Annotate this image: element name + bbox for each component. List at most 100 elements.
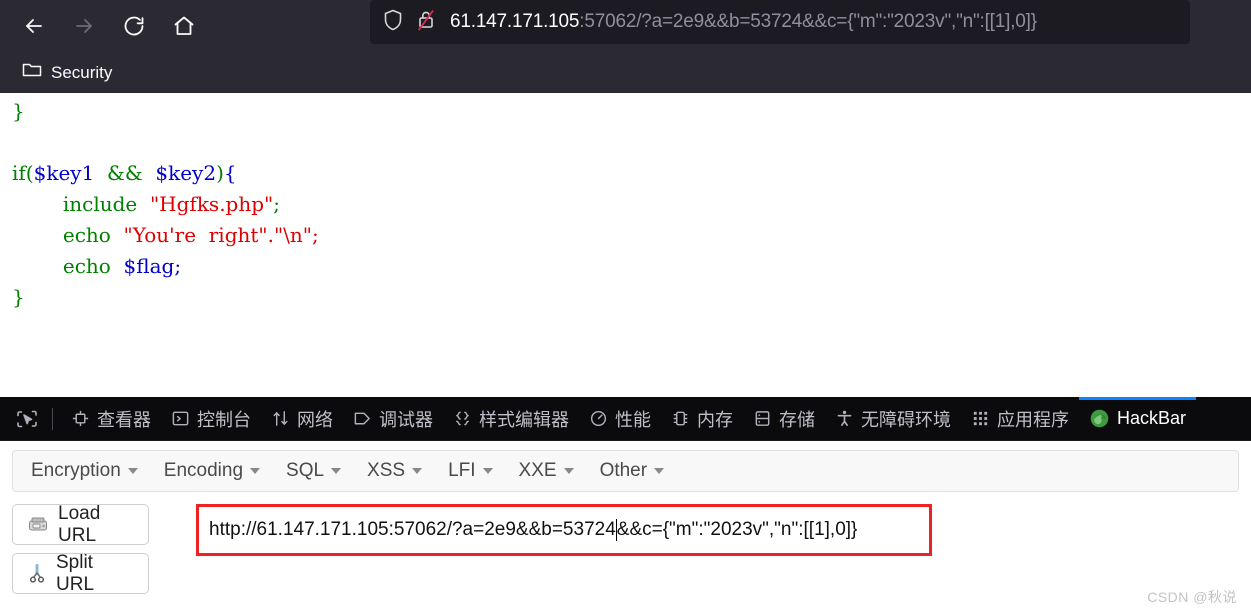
devtools-tab-hackbar[interactable]: HackBar bbox=[1079, 397, 1197, 440]
devtools-tab-label: 网络 bbox=[297, 409, 333, 430]
devtools-tab-style-editor[interactable]: 样式编辑器 bbox=[443, 397, 579, 440]
code-token: $flag bbox=[123, 254, 175, 278]
code-token: $key2 bbox=[155, 161, 217, 185]
code-token: if( bbox=[12, 161, 34, 185]
button-label: Load URL bbox=[58, 502, 101, 546]
style-editor-icon bbox=[453, 409, 472, 428]
arrow-right-icon bbox=[72, 14, 96, 38]
disk-drive-icon bbox=[27, 515, 49, 535]
back-button[interactable] bbox=[14, 6, 54, 46]
code-token: } bbox=[12, 285, 25, 309]
chevron-down-icon bbox=[482, 468, 493, 474]
hackbar-action-buttons: Load URL Split URL bbox=[12, 502, 172, 595]
bookmark-label: Security bbox=[51, 62, 113, 82]
code-token: "Hgfks.php" bbox=[149, 192, 274, 216]
devtools-tab-accessibility[interactable]: 无障碍环境 bbox=[825, 397, 961, 440]
split-url-button[interactable]: Split URL bbox=[12, 551, 149, 595]
code-token: "\n" bbox=[273, 223, 313, 247]
code-token: ) bbox=[216, 161, 224, 185]
url-input-value-after-caret: &&c={"m":"2023v","n":[[1],0]} bbox=[616, 519, 858, 540]
hackbar-menu-xss[interactable]: XSS bbox=[367, 460, 423, 482]
code-line: if($key1 && $key2){ bbox=[12, 161, 237, 185]
devtools-tab-list: 查看器 控制台 网络 调试器 样式编辑器 性能 内存 存储 无障碍环境 应用程序 HackBar bbox=[61, 397, 1197, 440]
application-icon bbox=[971, 409, 990, 428]
code-token: } bbox=[12, 99, 25, 123]
code-token: && bbox=[94, 161, 156, 185]
home-icon bbox=[172, 14, 196, 38]
chevron-down-icon bbox=[412, 468, 423, 474]
devtools-tab-label: 内存 bbox=[697, 409, 733, 430]
hackbar-icon bbox=[1089, 408, 1110, 429]
shield-icon[interactable] bbox=[382, 8, 404, 37]
hackbar-menubar: Encryption Encoding SQL XSS LFI XXE Other bbox=[12, 450, 1239, 492]
navigation-bar: 61.147.171.105:57062/?a=2e9&&b=53724&&c=… bbox=[0, 0, 1251, 52]
hackbar-menu-label: Encoding bbox=[163, 460, 244, 481]
identity-icons bbox=[382, 8, 436, 37]
address-path: :57062/?a=2e9&&b=53724&&c={"m":"2023v","… bbox=[579, 11, 1037, 32]
code-token: echo bbox=[12, 254, 124, 278]
devtools-panel: 查看器 控制台 网络 调试器 样式编辑器 性能 内存 存储 无障碍环境 应用程序 HackBar E… bbox=[0, 397, 1251, 615]
devtools-tab-performance[interactable]: 性能 bbox=[579, 397, 661, 440]
devtools-tab-label: HackBar bbox=[1117, 408, 1187, 428]
hackbar-menu-encoding[interactable]: Encoding bbox=[163, 460, 261, 482]
chevron-down-icon bbox=[563, 468, 574, 474]
address-bar[interactable]: 61.147.171.105:57062/?a=2e9&&b=53724&&c=… bbox=[370, 0, 1190, 44]
devtools-tab-storage[interactable]: 存储 bbox=[743, 397, 825, 440]
home-button[interactable] bbox=[164, 6, 204, 46]
code-token: $key1 bbox=[33, 161, 95, 185]
accessibility-icon bbox=[835, 409, 854, 428]
hackbar-menu-label: SQL bbox=[286, 460, 325, 481]
hackbar-menu-label: LFI bbox=[448, 460, 476, 481]
devtools-tab-console[interactable]: 控制台 bbox=[161, 397, 261, 440]
hackbar-url-input[interactable]: http://61.147.171.105:57062/?a=2e9&&b=53… bbox=[196, 504, 932, 556]
devtools-tab-application[interactable]: 应用程序 bbox=[961, 397, 1079, 440]
debugger-icon bbox=[353, 409, 372, 428]
element-picker-icon[interactable] bbox=[10, 404, 44, 434]
hackbar-menu-lfi[interactable]: LFI bbox=[448, 460, 493, 482]
hackbar-url-wrapper: http://61.147.171.105:57062/?a=2e9&&b=53… bbox=[196, 504, 1239, 594]
hackbar-menu-label: Encryption bbox=[31, 460, 121, 481]
code-token: echo bbox=[12, 223, 124, 247]
hackbar-menu-sql[interactable]: SQL bbox=[286, 460, 342, 482]
devtools-tabbar: 查看器 控制台 网络 调试器 样式编辑器 性能 内存 存储 无障碍环境 应用程序 HackBar bbox=[0, 397, 1251, 441]
devtools-tab-label: 应用程序 bbox=[997, 409, 1069, 430]
memory-icon bbox=[671, 409, 690, 428]
console-icon bbox=[171, 409, 190, 428]
devtools-tab-label: 无障碍环境 bbox=[861, 409, 951, 430]
scissors-icon bbox=[27, 563, 47, 584]
hackbar-menu-xxe[interactable]: XXE bbox=[519, 460, 574, 482]
chevron-down-icon bbox=[654, 468, 665, 474]
devtools-tab-debugger[interactable]: 调试器 bbox=[343, 397, 443, 440]
code-token: "You're right" bbox=[123, 223, 268, 247]
devtools-tab-label: 查看器 bbox=[97, 409, 151, 430]
hackbar-menu-label: XXE bbox=[518, 460, 557, 481]
load-url-button[interactable]: Load URL bbox=[12, 502, 149, 546]
devtools-tab-label: 存储 bbox=[779, 409, 815, 430]
reload-button[interactable] bbox=[114, 6, 154, 46]
chevron-down-icon bbox=[250, 468, 261, 474]
address-bar-text: 61.147.171.105:57062/?a=2e9&&b=53724&&c=… bbox=[450, 11, 1037, 33]
hackbar-menu-label: Other bbox=[599, 460, 648, 481]
devtools-tab-label: 性能 bbox=[615, 409, 651, 430]
hackbar-menu-other[interactable]: Other bbox=[600, 460, 665, 482]
code-token: { bbox=[223, 161, 237, 185]
toolbar-divider bbox=[52, 407, 53, 430]
chevron-down-icon bbox=[127, 468, 138, 474]
inspector-icon bbox=[71, 409, 90, 428]
watermark: CSDN @秋说 bbox=[1147, 589, 1237, 605]
page-content: die("no"); } if($key1 && $key2){ include… bbox=[0, 93, 1251, 397]
hackbar-menu-encryption[interactable]: Encryption bbox=[31, 460, 138, 482]
code-line: include "Hgfks.php"; bbox=[12, 192, 280, 216]
performance-icon bbox=[589, 409, 608, 428]
hackbar-menu-label: XSS bbox=[367, 460, 406, 481]
devtools-tab-memory[interactable]: 内存 bbox=[661, 397, 743, 440]
lock-crossed-icon[interactable] bbox=[416, 8, 436, 37]
url-input-value-before-caret: http://61.147.171.105:57062/?a=2e9&&b=53… bbox=[209, 519, 616, 540]
devtools-tab-network[interactable]: 网络 bbox=[261, 397, 343, 440]
bookmark-security[interactable]: Security bbox=[14, 57, 120, 88]
forward-button[interactable] bbox=[64, 6, 104, 46]
hackbar-panel: Encryption Encoding SQL XSS LFI XXE Other Load… bbox=[0, 441, 1251, 615]
network-icon bbox=[271, 409, 290, 428]
devtools-tab-inspector[interactable]: 查看器 bbox=[61, 397, 161, 440]
button-label: Split URL bbox=[56, 551, 95, 595]
